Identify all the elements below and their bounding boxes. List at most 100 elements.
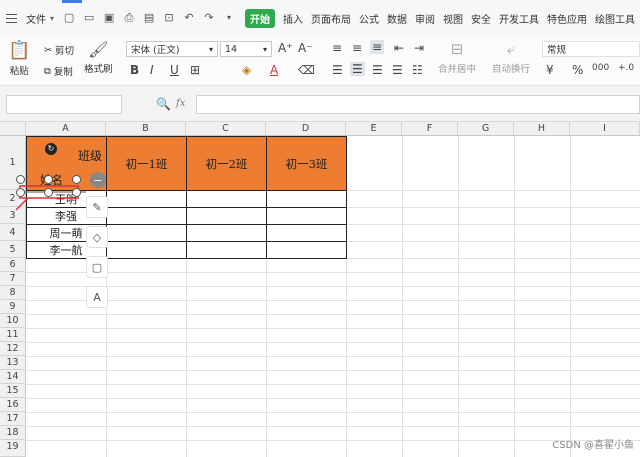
row-header-6[interactable]: 6	[0, 258, 26, 272]
cell-b1[interactable]: 初一1班	[106, 136, 187, 191]
tab-developer[interactable]: 开发工具	[499, 11, 539, 26]
shape-outline-button[interactable]: ▢	[86, 256, 108, 278]
print-preview-icon[interactable]: ▤	[142, 11, 156, 25]
font-size-select[interactable]: 14 ▾	[220, 41, 272, 57]
col-header-e[interactable]: E	[346, 122, 402, 136]
row-header-17[interactable]: 17	[0, 412, 26, 426]
indent-increase-icon[interactable]: ⇥	[414, 41, 424, 55]
increase-font-icon[interactable]: A⁺	[278, 41, 293, 55]
row-header-18[interactable]: 18	[0, 426, 26, 440]
shape-fill-button[interactable]: ◇	[86, 226, 108, 248]
decimal-icon[interactable]: +.0	[618, 63, 634, 73]
wrap-text-button[interactable]: ⤶ 自动换行	[492, 40, 530, 75]
row-header-8[interactable]: 8	[0, 286, 26, 300]
tab-features[interactable]: 特色应用	[547, 11, 587, 26]
thousands-icon[interactable]: 000	[592, 63, 609, 73]
row-header-14[interactable]: 14	[0, 370, 26, 384]
row-header-4[interactable]: 4	[0, 224, 26, 241]
cell-d1[interactable]: 初一3班	[266, 136, 347, 191]
underline-icon[interactable]: U	[170, 63, 179, 77]
merge-center-button[interactable]: ⊟ 合并居中	[438, 40, 476, 75]
indent-decrease-icon[interactable]: ⇤	[394, 41, 404, 55]
row-header-11[interactable]: 11	[0, 328, 26, 342]
file-menu[interactable]: 文件 ▾	[6, 11, 54, 26]
tab-formulas[interactable]: 公式	[359, 11, 379, 26]
col-header-c[interactable]: C	[186, 122, 266, 136]
align-middle-icon[interactable]: ≡	[352, 41, 362, 55]
row-header-16[interactable]: 16	[0, 398, 26, 412]
font-name-select[interactable]: 宋体 (正文) ▾	[126, 41, 218, 57]
col-header-h[interactable]: H	[514, 122, 570, 136]
tab-page-layout[interactable]: 页面布局	[311, 11, 351, 26]
resize-handle[interactable]	[16, 188, 25, 197]
name-box[interactable]	[6, 95, 122, 114]
row-header-5[interactable]: 5	[0, 241, 26, 258]
bold-icon[interactable]: B	[130, 63, 139, 77]
shape-text-button[interactable]: A	[86, 286, 108, 308]
undo-icon[interactable]: ↶	[182, 11, 196, 25]
export-icon[interactable]: ⊡	[162, 11, 176, 25]
justify-icon[interactable]: ☰	[392, 63, 403, 77]
clear-format-icon[interactable]: ⌫	[298, 63, 315, 77]
save-icon[interactable]: ▣	[102, 11, 116, 25]
row-header-10[interactable]: 10	[0, 314, 26, 328]
print-icon[interactable]: ⎙	[122, 11, 136, 25]
tab-drawing-tools[interactable]: 绘图工具	[595, 11, 635, 26]
rotate-handle-icon[interactable]: ↻	[45, 143, 57, 155]
row-header-19[interactable]: 19	[0, 440, 26, 457]
tab-insert[interactable]: 插入	[283, 11, 303, 26]
cut-button[interactable]: ✂ 剪切	[44, 43, 74, 58]
italic-icon[interactable]: I	[150, 63, 154, 77]
distribute-icon[interactable]: ☷	[412, 63, 423, 77]
sheet-grid[interactable]: A B C D E F G H I 1 2 3 4 5 6 7 8 9 10 1…	[0, 122, 640, 457]
col-header-b[interactable]: B	[106, 122, 186, 136]
select-all-corner[interactable]	[0, 122, 26, 136]
row-header-9[interactable]: 9	[0, 300, 26, 314]
decrease-font-icon[interactable]: A⁻	[298, 41, 313, 55]
font-color-icon[interactable]: A	[270, 63, 278, 77]
paste-button[interactable]: 📋 粘贴	[8, 40, 30, 77]
currency-icon[interactable]: ¥	[546, 63, 554, 77]
resize-handle[interactable]	[72, 188, 81, 197]
fx-label[interactable]: fx	[176, 98, 185, 109]
align-top-icon[interactable]: ≡	[332, 41, 342, 55]
col-header-g[interactable]: G	[458, 122, 514, 136]
tab-view[interactable]: 视图	[443, 11, 463, 26]
copy-button[interactable]: ⧉ 复制	[44, 64, 73, 79]
collapse-button[interactable]: −	[90, 172, 106, 188]
align-center-icon[interactable]: ☰	[350, 62, 365, 76]
edit-shape-button[interactable]: ✎	[86, 196, 108, 218]
resize-handle[interactable]	[72, 175, 81, 184]
resize-handle[interactable]	[44, 175, 53, 184]
tab-home[interactable]: 开始	[245, 8, 276, 28]
open-folder-icon[interactable]: ▭	[82, 11, 96, 25]
resize-handle[interactable]	[16, 175, 25, 184]
fill-color-icon[interactable]: ◈	[242, 63, 251, 77]
tab-review[interactable]: 审阅	[415, 11, 435, 26]
cell-c1[interactable]: 初一2班	[186, 136, 267, 191]
col-header-d[interactable]: D	[266, 122, 346, 136]
resize-handle[interactable]	[44, 188, 53, 197]
col-header-i[interactable]: I	[570, 122, 640, 136]
col-header-a[interactable]: A	[26, 122, 106, 136]
tab-security[interactable]: 安全	[471, 11, 491, 26]
format-painter-button[interactable]: 🖌 格式刷	[84, 40, 113, 75]
row-header-12[interactable]: 12	[0, 342, 26, 356]
row-header-7[interactable]: 7	[0, 272, 26, 286]
row-header-13[interactable]: 13	[0, 356, 26, 370]
border-icon[interactable]: ⊞	[190, 63, 200, 77]
col-header-f[interactable]: F	[402, 122, 458, 136]
percent-icon[interactable]: %	[572, 63, 583, 77]
align-bottom-icon[interactable]: ≡	[370, 40, 385, 54]
align-right-icon[interactable]: ☰	[372, 63, 383, 77]
tab-data[interactable]: 数据	[387, 11, 407, 26]
dropdown-icon[interactable]: ▾	[222, 11, 236, 25]
align-left-icon[interactable]: ☰	[332, 63, 343, 77]
row-header-15[interactable]: 15	[0, 384, 26, 398]
diagonal-line-shape[interactable]	[14, 162, 94, 212]
new-file-icon[interactable]: ▢	[62, 11, 76, 25]
zoom-icon[interactable]: 🔍	[156, 97, 171, 111]
formula-input[interactable]	[196, 95, 640, 114]
redo-icon[interactable]: ↷	[202, 11, 216, 25]
number-format-select[interactable]: 常规	[542, 41, 640, 57]
